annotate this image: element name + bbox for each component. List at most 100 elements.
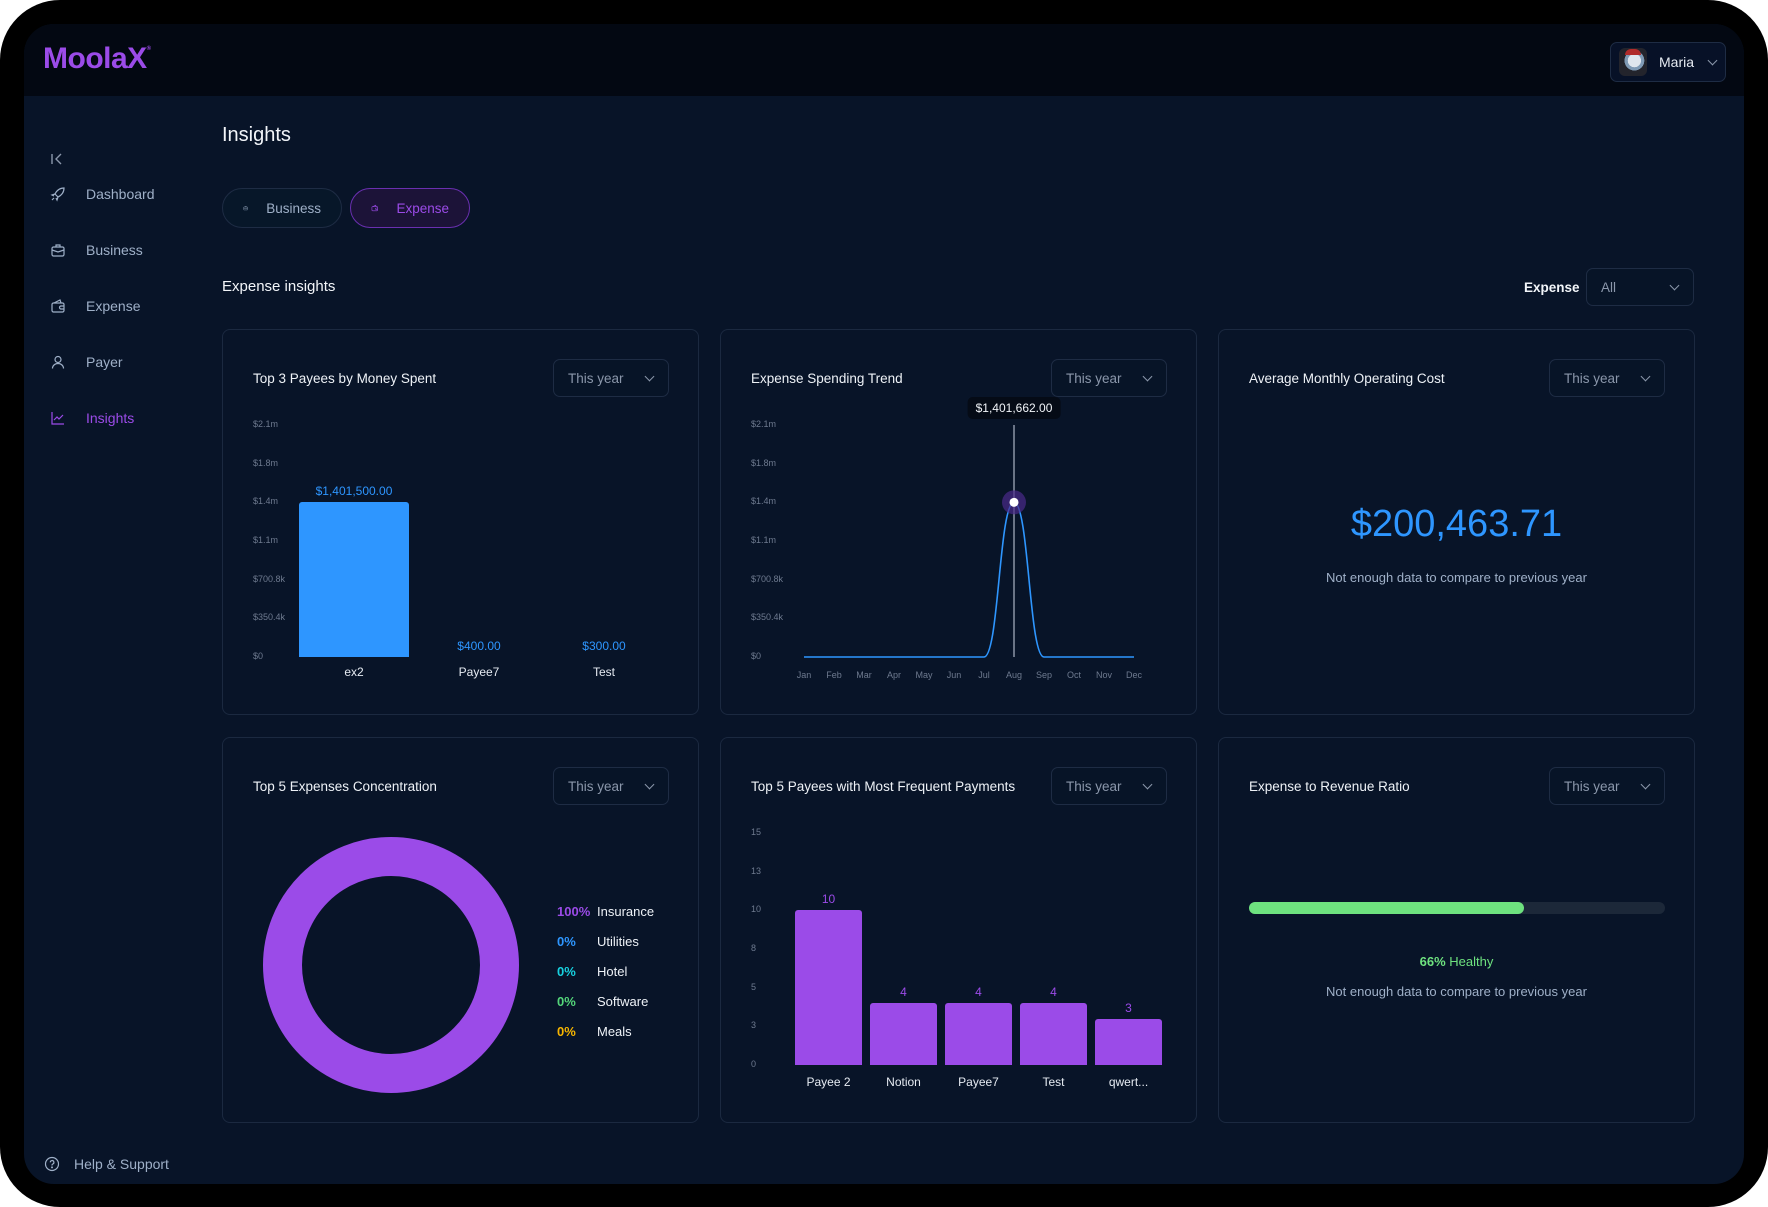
select-value: All xyxy=(1601,279,1617,295)
card-title: Top 5 Expenses Concentration xyxy=(253,779,437,794)
ratio-progress-fill xyxy=(1249,902,1524,914)
series-line xyxy=(804,501,1134,658)
sidebar-item-insights[interactable]: Insights xyxy=(50,406,134,430)
legend-item: 0% Utilities xyxy=(557,926,654,956)
x-tick-label: Jan xyxy=(796,670,812,680)
bar xyxy=(945,1003,1012,1065)
help-label: Help & Support xyxy=(74,1156,169,1172)
x-category-label: qwert... xyxy=(1108,1075,1149,1089)
collapse-sidebar-icon[interactable] xyxy=(48,150,66,168)
y-tick-label: $2.1m xyxy=(253,419,279,429)
briefcase-icon xyxy=(51,244,65,257)
question-circle-icon xyxy=(44,1156,60,1172)
ratio-percent: 66% xyxy=(1419,954,1446,969)
bar-value-label: 4 xyxy=(1050,985,1057,1000)
rocket-icon xyxy=(50,187,65,202)
chevron-down-icon xyxy=(1640,373,1650,383)
x-category-label: ex2 xyxy=(344,665,364,679)
top-bar: MoolaX® Maria xyxy=(24,24,1744,96)
x-tick-label: Jun xyxy=(946,670,962,680)
select-value: This year xyxy=(1564,370,1620,386)
card-expenses-concentration: Top 5 Expenses Concentration This year 1… xyxy=(222,737,699,1123)
user-icon xyxy=(51,355,65,369)
spending-trend-line-chart: $0 $350.4k $700.8k $1.1m $1.4m $1.8m $2.1m Jan F… xyxy=(721,330,1196,714)
x-tick-label: Aug xyxy=(1005,670,1023,680)
ratio-status: 66% Healthy xyxy=(1219,954,1694,969)
bar-value-label: 4 xyxy=(975,985,982,1000)
card-avg-monthly-cost: Average Monthly Operating Cost This year… xyxy=(1218,329,1695,715)
bar-value-label: 3 xyxy=(1125,1000,1132,1015)
tab-label: Business xyxy=(266,200,321,216)
y-tick-label: 13 xyxy=(751,865,762,876)
ratio-progress-bar xyxy=(1249,902,1665,914)
tab-expense[interactable]: Expense xyxy=(350,188,470,228)
card-expense-revenue-ratio: Expense to Revenue Ratio This year 66% H… xyxy=(1218,737,1695,1123)
legend-percent: 0% xyxy=(557,963,576,979)
bar-value-label: 4 xyxy=(900,985,907,1000)
legend-label: Meals xyxy=(597,1023,632,1039)
expense-filter-select[interactable]: All xyxy=(1586,268,1694,306)
y-tick-label: $1.4m xyxy=(253,496,279,507)
x-tick-label: Mar xyxy=(856,670,872,680)
device-frame: MoolaX® Maria Dashboard Business Expense… xyxy=(0,0,1768,1207)
ratio-status-label: Healthy xyxy=(1449,954,1494,969)
avg-monthly-value: $200,463.71 xyxy=(1350,503,1563,545)
sidebar-item-label: Dashboard xyxy=(86,186,155,202)
wallet-icon xyxy=(371,204,378,212)
chart-tooltip: $1,401,662.00 xyxy=(967,397,1061,419)
sidebar-item-payer[interactable]: Payer xyxy=(50,350,123,374)
period-select[interactable]: This year xyxy=(553,767,669,805)
legend-item: 100% Insurance xyxy=(557,896,654,926)
logo-text: MoolaX xyxy=(43,42,147,75)
chevron-down-icon xyxy=(1707,57,1717,67)
legend-percent: 0% xyxy=(557,993,576,1009)
y-tick-label: $1.1m xyxy=(253,535,279,545)
card-top-payees: Top 3 Payees by Money Spent This year $0… xyxy=(222,329,699,715)
bar xyxy=(1095,1018,1162,1065)
legend-label: Software xyxy=(597,993,649,1009)
legend-percent: 0% xyxy=(557,933,576,949)
x-category-label: Notion xyxy=(886,1075,921,1089)
sidebar: Dashboard Business Expense Payer Insight… xyxy=(24,96,214,1184)
bar-value-label: $300.00 xyxy=(582,638,626,653)
tab-business[interactable]: Business xyxy=(222,188,342,228)
y-tick-label: $350.4k xyxy=(253,612,286,623)
avatar xyxy=(1619,48,1647,76)
app-window: MoolaX® Maria Dashboard Business Expense… xyxy=(24,24,1744,1184)
x-tick-label: Dec xyxy=(1125,670,1143,680)
sidebar-item-label: Insights xyxy=(86,410,135,426)
select-value: This year xyxy=(1564,778,1620,794)
legend-percent: 100% xyxy=(557,903,591,919)
donut-slice xyxy=(263,837,519,1093)
app-logo[interactable]: MoolaX® xyxy=(43,42,151,76)
legend-item: 0% Software xyxy=(557,986,654,1016)
y-tick-label: 10 xyxy=(751,904,762,915)
y-tick-label: 0 xyxy=(751,1059,757,1069)
sidebar-item-label: Expense xyxy=(86,298,141,314)
period-select[interactable]: This year xyxy=(1549,359,1665,397)
briefcase-icon xyxy=(243,206,248,211)
sidebar-item-expense[interactable]: Expense xyxy=(50,294,140,318)
sidebar-item-business[interactable]: Business xyxy=(50,238,143,262)
highlight-point xyxy=(1009,497,1019,507)
bar xyxy=(870,1003,937,1065)
bar-value-label: $400.00 xyxy=(457,638,501,653)
period-select[interactable]: This year xyxy=(1549,767,1665,805)
x-category-label: Payee7 xyxy=(958,1075,999,1089)
chevron-down-icon xyxy=(644,781,654,791)
y-tick-label: 15 xyxy=(751,827,762,837)
page-title: Insights xyxy=(222,124,291,146)
x-tick-label: Nov xyxy=(1095,670,1113,680)
x-category-label: Payee 2 xyxy=(806,1075,851,1089)
frequent-payees-bar-chart: 0 3 5 8 10 13 15 10 Payee 2 4 Notion 4 Payee7 4 Test 3 q… xyxy=(721,738,1196,1122)
user-menu-button[interactable]: Maria xyxy=(1610,42,1726,82)
chart-line-icon xyxy=(51,412,64,425)
chevron-down-icon xyxy=(1640,781,1650,791)
y-tick-label: 8 xyxy=(751,943,757,953)
line-chart-svg xyxy=(804,425,1134,658)
legend-item: 0% Hotel xyxy=(557,956,654,986)
sidebar-item-dashboard[interactable]: Dashboard xyxy=(50,182,155,206)
y-tick-label: 3 xyxy=(751,1020,757,1031)
section-title: Expense insights xyxy=(222,278,336,295)
help-support-link[interactable]: Help & Support xyxy=(44,1156,169,1172)
